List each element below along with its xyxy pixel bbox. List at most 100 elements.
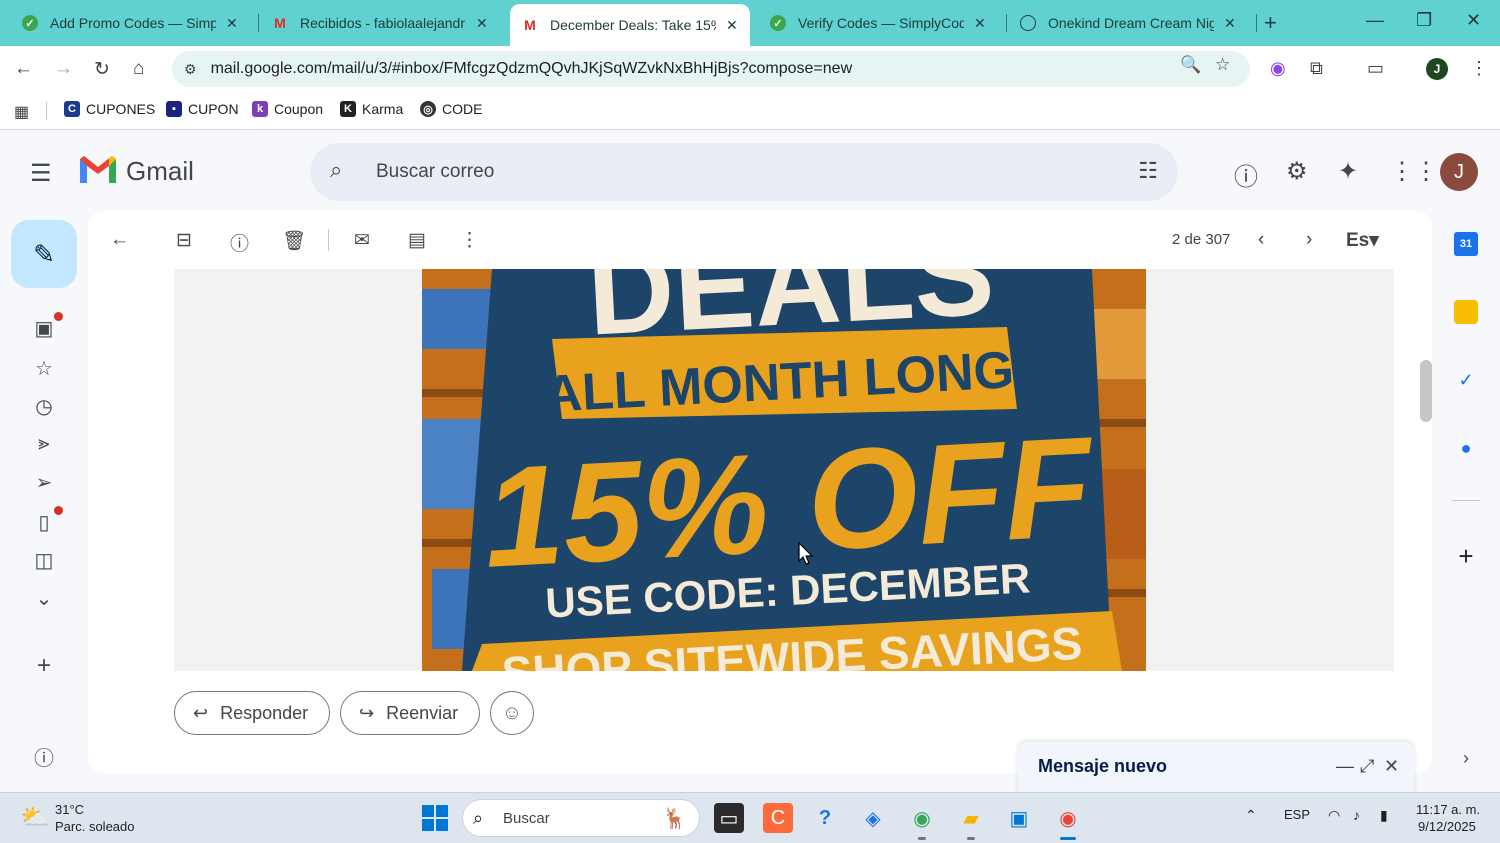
volume-icon[interactable]: ♪ — [1353, 807, 1360, 823]
tab-onekind[interactable]: Onekind Dream Cream Night ✕ — [1008, 6, 1248, 40]
tab-december-deals[interactable]: M December Deals: Take 15% Off ✕ — [510, 4, 750, 46]
apps-grid-icon[interactable]: ▦ — [14, 102, 29, 122]
tab-verify-codes[interactable]: ✓ Verify Codes — SimplyCodes ✕ — [758, 6, 998, 40]
newer-chevron-icon[interactable]: ‹ — [1258, 229, 1264, 251]
close-tab-icon[interactable]: ✕ — [726, 17, 738, 34]
file-explorer-icon[interactable]: ▰ — [956, 803, 986, 833]
close-tab-icon[interactable]: ✕ — [226, 15, 238, 32]
close-compose-icon[interactable]: ✕ — [1384, 756, 1399, 777]
google-keep-icon[interactable] — [1454, 300, 1478, 324]
close-tab-icon[interactable]: ✕ — [974, 15, 986, 32]
close-tab-icon[interactable]: ✕ — [476, 15, 488, 32]
back-to-inbox-icon[interactable]: ← — [110, 229, 129, 251]
important-icon[interactable]: ⪢ — [32, 432, 56, 455]
tab-recibidos[interactable]: M Recibidos - fabiolaalejandria@ ✕ — [260, 6, 500, 40]
bookmarks-bar: ▦ C CUPONES ▪ CUPON k Coupon K Karma ◎ C… — [0, 92, 1500, 130]
clock-time[interactable]: 11:17 a. m. — [1416, 802, 1480, 817]
snoozed-clock-icon[interactable]: ◷ — [32, 394, 56, 419]
restore-icon[interactable]: ❐ — [1416, 10, 1432, 31]
help-app-icon[interactable]: ? — [810, 803, 840, 833]
input-language[interactable]: ESP — [1284, 807, 1310, 822]
starred-icon[interactable]: ☆ — [32, 356, 56, 381]
search-input[interactable] — [376, 153, 1116, 191]
extension-purple-icon[interactable]: ◉ — [1270, 58, 1286, 79]
profile-avatar[interactable]: J — [1426, 58, 1448, 80]
clock-date[interactable]: 9/12/2025 — [1418, 819, 1476, 834]
delete-trash-icon[interactable]: 🗑 — [282, 229, 306, 253]
compose-button[interactable]: ✎ — [11, 220, 77, 288]
minimize-compose-icon[interactable]: — — [1336, 756, 1354, 777]
search-options-icon[interactable]: ☷ — [1138, 158, 1158, 184]
emoji-react-button[interactable]: ☺ — [490, 691, 534, 735]
search-icon[interactable]: ⌕ — [330, 157, 342, 183]
fullscreen-compose-icon[interactable]: ⤢ — [1360, 756, 1374, 777]
cast-icon[interactable]: ▭ — [1367, 58, 1384, 79]
message-toolbar: ← ⊟ ⓘ 🗑 ✉ ▤ ⋮ 2 de 307 ‹ › Es▾ — [88, 211, 1432, 269]
zoom-icon[interactable]: 🔍 — [1180, 55, 1201, 75]
tab-add-promo-codes[interactable]: ✓ Add Promo Codes — SimplyCodes ✕ — [10, 6, 250, 40]
task-view-icon[interactable]: ▭ — [714, 803, 744, 833]
chrome-profile-icon[interactable]: ◉ — [907, 803, 937, 833]
reply-button[interactable]: ↩ Responder — [174, 691, 330, 735]
report-spam-icon[interactable]: ⓘ — [230, 229, 249, 256]
account-avatar[interactable]: J — [1440, 153, 1478, 191]
older-chevron-icon[interactable]: › — [1306, 229, 1312, 251]
reload-icon[interactable]: ↻ — [94, 58, 110, 81]
forward-icon[interactable]: → — [54, 58, 73, 80]
forward-button[interactable]: ↪ Reenviar — [340, 691, 480, 735]
bookmark-cupon[interactable]: ▪ CUPON — [166, 101, 239, 117]
close-tab-icon[interactable]: ✕ — [1224, 15, 1236, 32]
get-addons-icon[interactable]: + — [1454, 541, 1478, 571]
inbox-icon[interactable]: ▣ — [32, 316, 56, 341]
bookmark-star-icon[interactable]: ☆ — [1215, 55, 1230, 75]
purchases-bag-icon[interactable]: ◫ — [32, 548, 56, 573]
extensions-puzzle-icon[interactable]: ⧉ — [1310, 58, 1323, 79]
wifi-icon[interactable]: ◠ — [1328, 807, 1340, 824]
minimize-icon[interactable]: — — [1366, 10, 1384, 31]
tray-overflow-chevron-icon[interactable]: ⌃ — [1245, 807, 1257, 824]
app-orange-icon[interactable]: C — [763, 803, 793, 833]
weather-partly-sunny-icon[interactable]: ⛅ — [20, 803, 50, 832]
windows-start-icon[interactable] — [422, 805, 448, 831]
remote-desktop-icon[interactable]: ▣ — [1004, 803, 1034, 833]
site-info-icon[interactable]: ⚙ — [184, 61, 197, 78]
archive-icon[interactable]: ⊟ — [176, 229, 192, 252]
google-calendar-icon[interactable]: 31 — [1454, 232, 1478, 256]
sent-icon[interactable]: ➢ — [32, 470, 56, 495]
help-icon[interactable]: ⓘ — [1234, 157, 1258, 192]
move-to-icon[interactable]: ▤ — [408, 229, 426, 252]
bookmark-code[interactable]: ◎ CODE — [420, 101, 482, 117]
mark-unread-icon[interactable]: ✉ — [354, 229, 370, 252]
close-window-icon[interactable]: ✕ — [1466, 10, 1481, 31]
drafts-icon[interactable]: ▯ — [32, 510, 56, 535]
address-bar[interactable]: ⚙ mail.google.com/mail/u/3/#inbox/FMfcgz… — [172, 51, 1250, 87]
gemini-sparkle-icon[interactable]: ✦ — [1338, 157, 1358, 186]
bookmark-coupon[interactable]: k Coupon — [252, 101, 323, 117]
google-contacts-icon[interactable]: ● — [1454, 436, 1478, 460]
show-side-panel-icon[interactable]: › — [1454, 746, 1478, 770]
compose-window-minimized[interactable]: Mensaje nuevo — ⤢ ✕ — [1018, 742, 1414, 792]
gmail-logo-icon[interactable] — [78, 153, 118, 187]
chrome-active-icon[interactable]: ◉ — [1053, 803, 1083, 833]
search-icon: ⌕ — [473, 808, 484, 828]
add-label-icon[interactable]: + — [32, 652, 56, 680]
battery-icon[interactable]: ▮ — [1380, 807, 1388, 824]
scrollbar-thumb[interactable] — [1420, 360, 1432, 422]
security-shield-icon[interactable]: ◈ — [858, 803, 888, 833]
bookmark-cupones[interactable]: C CUPONES — [64, 101, 155, 117]
settings-gear-icon[interactable]: ⚙ — [1286, 157, 1308, 186]
google-tasks-icon[interactable]: ✓ — [1454, 368, 1478, 392]
google-apps-icon[interactable]: ⋮⋮ — [1390, 157, 1438, 186]
message-panel: ← ⊟ ⓘ 🗑 ✉ ▤ ⋮ 2 de 307 ‹ › Es▾ DEALS ALL… — [88, 211, 1432, 773]
info-circle-icon[interactable]: ⓘ — [32, 742, 56, 771]
main-menu-icon[interactable]: ☰ — [30, 159, 52, 188]
more-options-icon[interactable]: ⋮ — [460, 229, 479, 252]
taskbar-search[interactable]: ⌕ Buscar 🦌 — [462, 799, 700, 837]
home-icon[interactable]: ⌂ — [133, 58, 144, 80]
input-tools-language[interactable]: Es▾ — [1346, 229, 1379, 252]
more-chevron-icon[interactable]: ⌄ — [32, 586, 56, 611]
bookmark-karma[interactable]: K Karma — [340, 101, 403, 117]
back-icon[interactable]: ← — [14, 58, 33, 80]
menu-dots-icon[interactable]: ⋮ — [1470, 58, 1488, 79]
new-tab-icon[interactable]: + — [1264, 10, 1277, 36]
